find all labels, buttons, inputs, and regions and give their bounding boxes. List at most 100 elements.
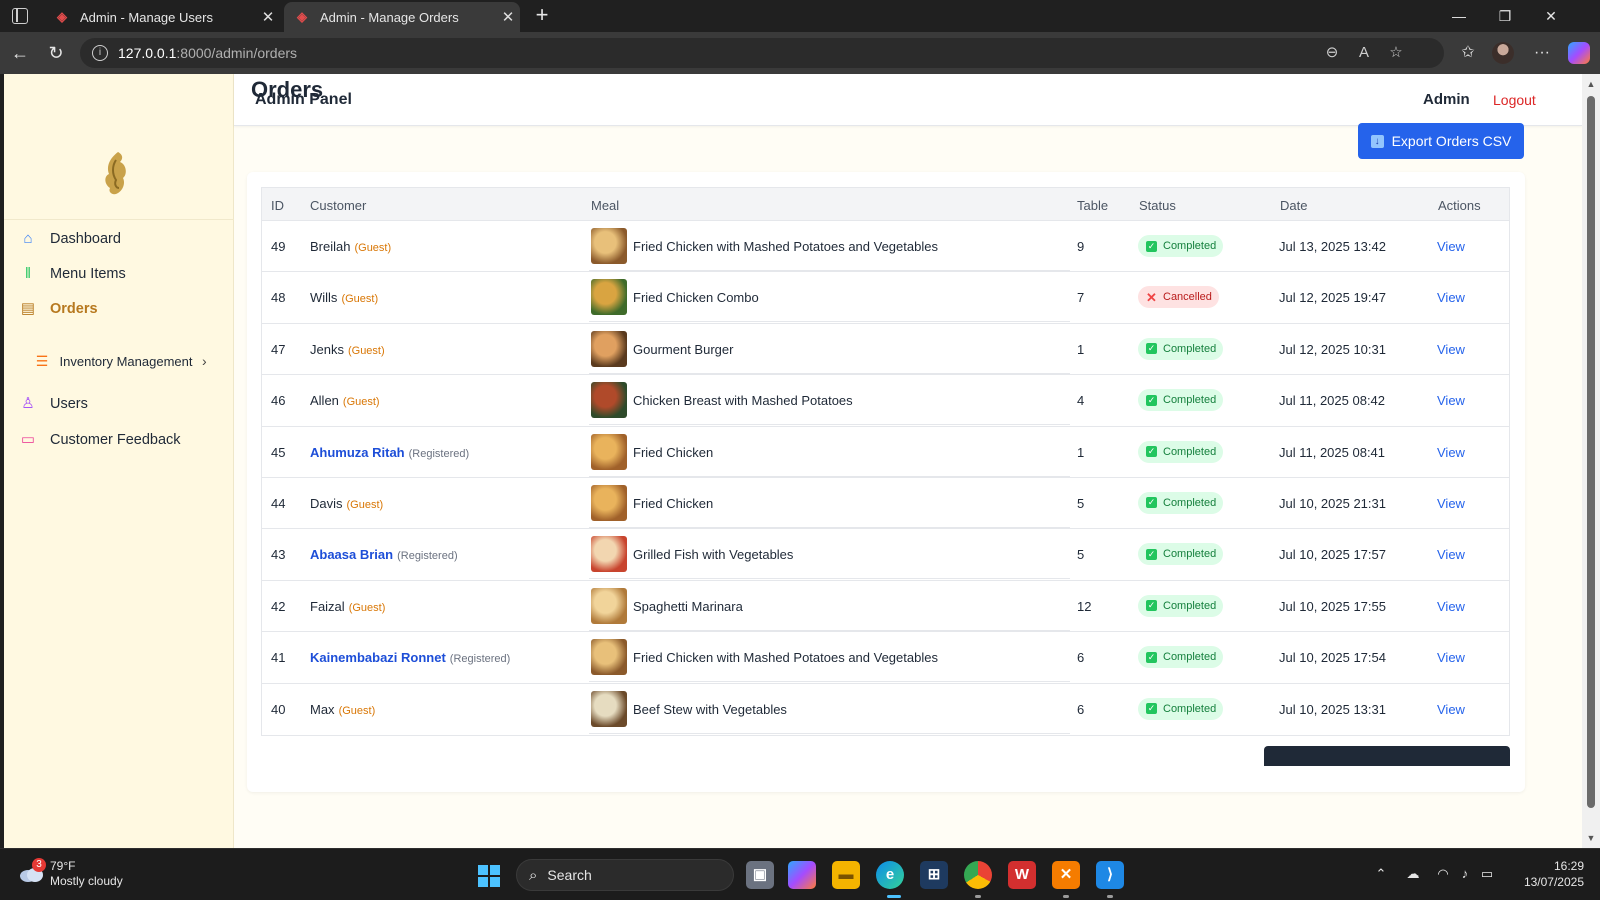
table-body: 49 Breilah (Guest) Fried Chicken with Mashe… [262, 221, 1509, 735]
meal-name: Fried Chicken Combo [633, 290, 759, 306]
view-order-link[interactable]: View [1437, 547, 1465, 562]
view-order-link[interactable]: View [1437, 702, 1465, 717]
taskbar-search-box[interactable]: ⌕ Search [516, 859, 734, 891]
table-row: 48 Wills (Guest) Fried Chicken Combo 7 ✕ Cance… [262, 272, 1509, 324]
scroll-up-icon[interactable]: ▲ [1585, 78, 1597, 90]
status-badge: ✓ Completed [1138, 491, 1224, 514]
windows-start-icon[interactable] [478, 865, 500, 887]
view-order-link[interactable]: View [1437, 290, 1465, 305]
edge-browser-icon[interactable]: e [876, 861, 904, 889]
sidebar-item-label: Customer Feedback [50, 432, 181, 448]
volume-icon[interactable]: ♪ [1456, 865, 1474, 883]
profile-avatar[interactable] [1492, 42, 1514, 64]
column-header-status: Status [1139, 198, 1176, 213]
meal-cell: Chicken Breast with Mashed Potatoes [589, 375, 1070, 426]
view-order-link[interactable]: View [1437, 599, 1465, 614]
close-window-icon[interactable]: ✕ [1528, 4, 1574, 28]
tab-actions-icon[interactable] [12, 8, 28, 24]
page-scrollbar[interactable]: ▲ ▼ [1582, 74, 1600, 848]
weather-desc[interactable]: Mostly cloudy [50, 874, 123, 888]
check-square-icon: ✓ [1146, 394, 1157, 406]
more-menu-icon[interactable]: ··· [1530, 42, 1554, 64]
chrome-icon[interactable] [964, 861, 992, 889]
site-info-icon[interactable]: i [92, 45, 108, 61]
logout-link[interactable]: Logout [1493, 92, 1536, 108]
scroll-down-icon[interactable]: ▼ [1585, 832, 1597, 844]
close-tab-icon[interactable]: ✕ [496, 8, 520, 26]
customer-cell: Kainembabazi Ronnet (Registered) [310, 650, 510, 665]
read-aloud-icon[interactable]: A [1354, 45, 1374, 61]
sidebar-item-inventory[interactable]: ☰ Inventory Management › [34, 344, 214, 378]
favorite-star-icon[interactable]: ☆ [1386, 45, 1406, 61]
customer-name[interactable]: Abaasa Brian [310, 547, 393, 562]
file-explorer-icon[interactable]: ▬ [832, 861, 860, 889]
status-badge: ✓ Completed [1138, 337, 1224, 360]
restore-icon[interactable]: ❐ [1482, 4, 1528, 28]
battery-icon[interactable]: ▭ [1478, 865, 1496, 883]
back-arrow-icon[interactable]: ← [6, 40, 34, 66]
vscode-icon[interactable]: ⟩ [1096, 861, 1124, 889]
customer-name[interactable]: Kainembabazi Ronnet [310, 650, 446, 665]
view-order-link[interactable]: View [1437, 239, 1465, 254]
sidebar-item-orders[interactable]: ▤ Orders [20, 301, 98, 318]
view-order-link[interactable]: View [1437, 342, 1465, 357]
url-field[interactable]: i 127.0.0.1:8000/admin/orders ⊖ A ☆ [80, 38, 1444, 68]
order-id: 43 [271, 547, 286, 563]
status-label: Completed [1163, 342, 1217, 355]
pagination-bar[interactable] [1264, 746, 1510, 766]
favorites-icon[interactable]: ✩ [1456, 42, 1480, 64]
scrollbar-thumb[interactable] [1587, 96, 1595, 808]
export-orders-csv-button[interactable]: ↓ Export Orders CSV [1358, 123, 1524, 159]
sidebar-item-menu-items[interactable]: ǁ Menu Items [20, 266, 126, 283]
sidebar-item-customer-feedback[interactable]: ▭ Customer Feedback [20, 431, 181, 449]
close-tab-icon[interactable]: ✕ [256, 8, 280, 26]
weather-badge: 3 [32, 858, 46, 872]
order-date: Jul 10, 2025 17:57 [1279, 547, 1386, 563]
view-order-link[interactable]: View [1437, 393, 1465, 408]
browser-tab-users[interactable]: ◈ Admin - Manage Users ✕ [44, 2, 280, 32]
meal-name: Grilled Fish with Vegetables [633, 547, 794, 563]
view-order-link[interactable]: View [1437, 650, 1465, 665]
column-header-date: Date [1280, 198, 1308, 213]
order-id: 49 [271, 239, 286, 254]
restaurant-logo [105, 152, 126, 195]
table-row: 47 Jenks (Guest) Gourment Burger 1 ✓ Completed… [262, 324, 1509, 376]
view-order-link[interactable]: View [1437, 445, 1465, 460]
tray-overflow-chevron-icon[interactable]: ⌃ [1372, 865, 1390, 883]
task-view-icon[interactable]: ▣ [746, 861, 774, 889]
clock-time[interactable]: 16:29 [1540, 859, 1584, 873]
reload-icon[interactable]: ↻ [42, 40, 70, 66]
weather-temp[interactable]: 79°F [50, 859, 75, 873]
xampp-icon[interactable]: ✕ [1052, 861, 1080, 889]
sidebar-item-dashboard[interactable]: ⌂ Dashboard [20, 231, 120, 248]
microsoft-store-icon[interactable]: ⊞ [920, 861, 948, 889]
status-badge: ✓ Completed [1138, 594, 1224, 617]
wps-office-icon[interactable]: W [1008, 861, 1036, 889]
view-order-link[interactable]: View [1437, 496, 1465, 511]
sidebar-item-label: Users [50, 396, 88, 412]
windows-taskbar: 3 79°F Mostly cloudy ⌕ Search ▣ ▬ e ⊞ W … [0, 848, 1600, 900]
minimize-icon[interactable]: — [1436, 4, 1482, 28]
wifi-icon[interactable]: ◠ [1434, 865, 1452, 883]
order-date: Jul 12, 2025 10:31 [1279, 341, 1386, 357]
copilot-app-icon[interactable] [788, 861, 816, 889]
status-badge: ✓ Completed [1138, 646, 1224, 669]
table-row: 42 Faizal (Guest) Spaghetti Marinara 12 ✓ Comp… [262, 581, 1509, 633]
new-tab-icon[interactable]: + [530, 4, 554, 28]
meal-name: Fried Chicken with Mashed Potatoes and V… [633, 650, 938, 666]
column-header-table: Table [1077, 198, 1109, 213]
table-number: 5 [1077, 547, 1085, 563]
order-id: 42 [271, 598, 286, 614]
zoom-icon[interactable]: ⊖ [1322, 45, 1342, 61]
status-label: Completed [1163, 548, 1217, 561]
message-icon: ▭ [20, 431, 36, 448]
sidebar-item-users[interactable]: ♙ Users [20, 396, 88, 413]
clock-date[interactable]: 13/07/2025 [1514, 875, 1584, 889]
meal-thumbnail [591, 433, 627, 470]
browser-tab-orders[interactable]: ◈ Admin - Manage Orders ✕ [284, 2, 520, 32]
customer-name[interactable]: Ahumuza Ritah [310, 445, 405, 460]
status-badge: ✕ Cancelled [1138, 286, 1219, 309]
copilot-icon[interactable] [1568, 42, 1590, 64]
onedrive-cloud-icon[interactable]: ☁ [1404, 865, 1422, 883]
status-label: Completed [1163, 496, 1217, 509]
